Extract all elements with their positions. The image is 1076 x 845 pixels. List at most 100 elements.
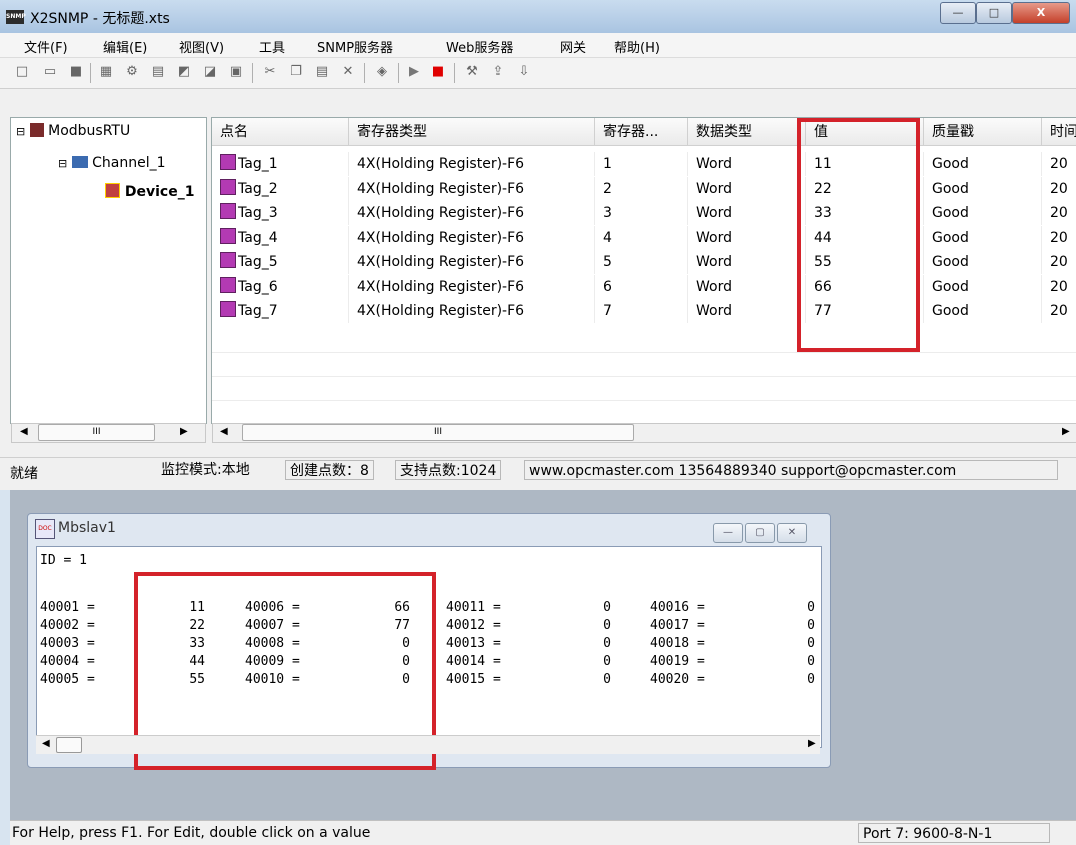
menu-help[interactable]: 帮助(H) [614,37,660,56]
register-value[interactable]: 0 [350,636,410,651]
col-header-time[interactable]: 时间 [1042,118,1076,146]
register-value[interactable]: 22 [145,618,205,633]
cell-register-address[interactable]: 3 [595,201,688,225]
open-icon[interactable]: ▭ [42,64,58,80]
cell-register-type[interactable]: 4X(Holding Register)-F6 [349,274,595,299]
cell-quality[interactable]: Good [924,274,1042,299]
menu-tools[interactable]: 工具 [259,37,285,56]
table-row[interactable]: Tag_3 4X(Holding Register)-F6 3 Word 33 Good 2… [212,201,1076,225]
cell-data-type[interactable]: Word [688,152,806,176]
cell-name[interactable]: Tag_2 [212,176,349,201]
close-button[interactable]: X [1012,2,1070,24]
cell-register-type[interactable]: 4X(Holding Register)-F6 [349,225,595,250]
cell-register-type[interactable]: 4X(Holding Register)-F6 [349,201,595,225]
cell-register-address[interactable]: 2 [595,176,688,201]
minimize-button[interactable]: — [940,2,976,24]
table-row[interactable]: Tag_1 4X(Holding Register)-F6 1 Word 11 Good 2… [212,152,1076,176]
cell-data-type[interactable]: Word [688,201,806,225]
grid-scroll-thumb[interactable]: III [242,424,634,441]
register-value[interactable]: 44 [145,654,205,669]
cell-data-type[interactable]: Word [688,176,806,201]
menu-snmp-server[interactable]: SNMP服务器 [317,37,393,56]
cell-time[interactable]: 20 [1042,226,1076,250]
table-row[interactable]: Tag_5 4X(Holding Register)-F6 5 Word 55 Good 2… [212,250,1076,274]
cell-quality[interactable]: Good [924,225,1042,250]
table-row[interactable]: Tag_7 4X(Holding Register)-F6 7 Word 77 Good 2… [212,299,1076,323]
cell-quality[interactable]: Good [924,299,1042,323]
cell-name[interactable]: Tag_5 [212,250,349,274]
properties-icon[interactable]: ▣ [228,64,244,80]
cell-data-type[interactable]: Word [688,225,806,250]
register-value[interactable]: 0 [755,636,815,651]
register-value[interactable]: 0 [551,636,611,651]
scroll-right-icon[interactable]: ▶ [180,426,188,437]
cell-name[interactable]: Tag_6 [212,274,349,299]
cell-value[interactable]: 77 [806,299,924,323]
register-value[interactable]: 33 [145,636,205,651]
paste-icon[interactable]: ▤ [314,64,330,80]
cell-data-type[interactable]: Word [688,274,806,299]
scroll-right-icon[interactable]: ▶ [808,738,816,749]
col-header-quality[interactable]: 质量戳 [924,118,1042,146]
register-value[interactable]: 0 [755,618,815,633]
cell-register-address[interactable]: 7 [595,299,688,323]
cell-name[interactable]: Tag_1 [212,152,349,176]
add-multiple-tags-icon[interactable]: ◩ [176,64,192,80]
new-icon[interactable]: □ [14,64,30,80]
cell-register-address[interactable]: 4 [595,225,688,250]
scroll-right-icon[interactable]: ▶ [1062,426,1070,437]
tree-scroll-thumb[interactable]: III [38,424,155,441]
cell-value[interactable]: 66 [806,274,924,299]
tree-node-device[interactable]: Device_1 [105,183,201,200]
menu-edit[interactable]: 编辑(E) [103,37,147,56]
cell-data-type[interactable]: Word [688,250,806,274]
cell-time[interactable]: 20 [1042,275,1076,299]
cell-time[interactable]: 20 [1042,177,1076,201]
register-horizontal-scrollbar[interactable] [36,735,820,754]
cell-time[interactable]: 20 [1042,299,1076,323]
load-icon[interactable]: ⇪ [490,64,506,80]
scroll-left-icon[interactable]: ◀ [20,426,28,437]
cell-register-type[interactable]: 4X(Holding Register)-F6 [349,250,595,274]
col-header-data-type[interactable]: 数据类型 [688,118,806,146]
register-value[interactable]: 11 [145,600,205,615]
run-icon[interactable]: ▶ [406,64,422,80]
add-tag-icon[interactable]: ▤ [150,64,166,80]
col-header-name[interactable]: 点名 [212,118,349,146]
cut-icon[interactable]: ✂ [262,64,278,80]
register-value[interactable]: 0 [551,618,611,633]
tree-node-root[interactable]: ⊟ ModbusRTU [16,123,130,139]
scroll-left-icon[interactable]: ◀ [42,738,50,749]
child-minimize-button[interactable]: — [713,523,743,543]
cell-value[interactable]: 55 [806,250,924,274]
table-row[interactable]: Tag_6 4X(Holding Register)-F6 6 Word 66 Good 2… [212,274,1076,299]
cell-name[interactable]: Tag_4 [212,225,349,250]
child-maximize-button[interactable]: ▢ [745,523,775,543]
cell-quality[interactable]: Good [924,250,1042,274]
cell-value[interactable]: 11 [806,152,924,176]
save-icon[interactable]: ■ [68,64,84,80]
copy-icon[interactable]: ❐ [288,64,304,80]
menu-file[interactable]: 文件(F) [24,37,68,56]
col-header-register-address[interactable]: 寄存器... [595,118,688,146]
cell-register-address[interactable]: 6 [595,274,688,299]
add-channel-icon[interactable]: ▦ [98,64,114,80]
table-row[interactable]: Tag_4 4X(Holding Register)-F6 4 Word 44 Good 2… [212,225,1076,250]
register-value[interactable]: 0 [551,654,611,669]
cell-value[interactable]: 33 [806,201,924,225]
cell-name[interactable]: Tag_3 [212,201,349,225]
maximize-button[interactable]: □ [976,2,1012,24]
register-value[interactable]: 0 [755,672,815,687]
cell-name[interactable]: Tag_7 [212,299,349,323]
cell-register-type[interactable]: 4X(Holding Register)-F6 [349,152,595,176]
tools-icon[interactable]: ⚒ [464,64,480,80]
register-value[interactable]: 0 [350,672,410,687]
menu-gateway[interactable]: 网关 [560,37,586,56]
register-value[interactable]: 77 [350,618,410,633]
cell-value[interactable]: 22 [806,176,924,201]
cell-time[interactable]: 20 [1042,250,1076,274]
cell-register-type[interactable]: 4X(Holding Register)-F6 [349,176,595,201]
unload-icon[interactable]: ⇩ [516,64,532,80]
cell-time[interactable]: 20 [1042,201,1076,225]
col-header-value[interactable]: 值 [806,118,924,146]
